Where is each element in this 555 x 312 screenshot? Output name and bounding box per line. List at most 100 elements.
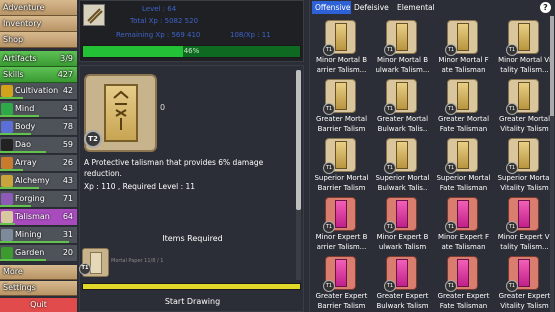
talisman-name: Greater Expert Bulwark Talism (372, 292, 433, 311)
skill-label: Talisman (15, 212, 50, 221)
nav-adventure[interactable]: Adventure (0, 0, 77, 16)
talisman-card-icon: T1 (445, 20, 478, 56)
talisman-name-line-2: Fate Talisman (439, 183, 488, 192)
tier-badge: T1 (506, 44, 518, 56)
talisman-name: Greater Mortal Fate Talisman (433, 115, 494, 134)
talisman-list-item[interactable]: T1 Greater Mortal Fate Talisman (433, 75, 494, 135)
talisman-name-line-2: ulwark Talism... (375, 65, 430, 74)
start-drawing-button[interactable]: Start Drawing (80, 292, 305, 312)
grid-scrollbar[interactable] (550, 16, 554, 312)
tab-elemental[interactable]: Elemental (394, 1, 438, 14)
talisman-name-line-1: Greater Mortal (376, 115, 429, 123)
tier-badge: T1 (384, 162, 396, 174)
tier-badge: T1 (323, 280, 335, 292)
dao-icon (1, 139, 13, 151)
talisman-card-icon: T1 (323, 138, 356, 174)
quit-button[interactable]: Quit (0, 298, 77, 312)
drawing-progress-bar (82, 283, 301, 290)
skill-item-mind[interactable]: Mind 43 (0, 101, 77, 118)
talisman-name-line-2: Vitality Talism (500, 183, 549, 192)
talisman-list-item[interactable]: T1 Greater Mortal Bulwark Talis.. (372, 75, 433, 135)
talisman-list-item[interactable]: T1 Minor Expert Fate Talisman (433, 193, 494, 253)
nav-inventory[interactable]: Inventory (0, 16, 77, 32)
talisman-list-item[interactable]: T1 Superior Mortal Bulwark Talis.. (372, 134, 433, 194)
talisman-card-icon: T1 (445, 138, 478, 174)
mind-icon (1, 103, 13, 115)
nav-skills[interactable]: Skills 427 (0, 67, 77, 83)
talisman-card-icon: T1 (506, 20, 539, 56)
detail-scrollbar[interactable] (296, 70, 301, 280)
help-button[interactable]: ? (540, 2, 551, 13)
talisman-list-item[interactable]: T1 Minor Mortal Bulwark Talism... (372, 16, 433, 76)
talisman-list-item[interactable]: T1 Greater Expert Fate Talisman (433, 252, 494, 312)
talisman-paper (396, 23, 408, 51)
talisman-paper (335, 82, 347, 110)
skill-item-dao[interactable]: Dao 59 (0, 137, 77, 154)
talisman-paper (518, 259, 530, 287)
skill-item-alchemy[interactable]: Alchemy 43 (0, 173, 77, 190)
talisman-name: Greater Mortal Barrier Talism (311, 115, 372, 134)
skill-value: 20 (62, 248, 73, 257)
skill-progress-bar (0, 205, 31, 207)
talisman-list-item[interactable]: T1 Minor Expert Vi tality Talism... (494, 193, 555, 253)
nav-more[interactable]: More (0, 265, 77, 280)
skill-progress-bar (0, 115, 39, 117)
talisman-name-line-1: Superior Mortal (497, 174, 552, 182)
tier-badge: T1 (445, 162, 457, 174)
skill-item-body[interactable]: Body 78 (0, 119, 77, 136)
skill-value: 42 (62, 86, 73, 95)
tab-offensive[interactable]: Offensive (312, 1, 354, 14)
talisman-list-item[interactable]: T1 Minor Expert Bulwark Talism (372, 193, 433, 253)
skill-item-array[interactable]: Array 26 (0, 155, 77, 172)
skills-value: 427 (57, 70, 73, 79)
items-required-title: Items Required (162, 234, 223, 243)
nav-shop[interactable]: Shop (0, 32, 77, 48)
grid-scrollbar-thumb[interactable] (550, 16, 554, 116)
talisman-list-item[interactable]: T1 Greater Expert Bulwark Talism (372, 252, 433, 312)
tier-badge: T1 (506, 221, 518, 233)
talisman-name: Greater Expert Fate Talisman (433, 292, 494, 311)
talisman-list-item[interactable]: T1 Superior Mortal Fate Talisman (433, 134, 494, 194)
talisman-name: Minor Expert Barrier Talism... (311, 233, 372, 252)
skill-item-mining[interactable]: Mining 31 (0, 227, 77, 244)
talisman-name: Minor Mortal Fate Talisman (433, 56, 494, 75)
tab-defeisive[interactable]: Defeisive (351, 1, 392, 14)
detail-scrollbar-thumb[interactable] (296, 70, 301, 210)
skill-value: 71 (62, 194, 73, 203)
skill-item-garden[interactable]: Garden 20 (0, 245, 77, 262)
skill-progress-bar (0, 169, 24, 171)
talisman-card-icon: T1 (384, 256, 417, 292)
tier-badge: T1 (384, 44, 396, 56)
talisman-list-item[interactable]: T1 Minor Expert Barrier Talism... (311, 193, 372, 253)
talisman-name: Minor Mortal Barrier Talism... (311, 56, 372, 75)
skill-item-cultivation[interactable]: Cultivation 42 (0, 83, 77, 100)
talisman-list-item[interactable]: T1 Minor Mortal Fate Talisman (433, 16, 494, 76)
talisman-name-line-2: Bulwark Talis.. (377, 183, 428, 192)
talisman-card-icon: T1 (445, 79, 478, 115)
tier-badge: T1 (445, 103, 457, 115)
talisman-list-item[interactable]: T1 Greater Mortal Barrier Talism (311, 75, 372, 135)
skill-item-talisman[interactable]: Talisman 64 (0, 209, 77, 226)
talisman-list-item[interactable]: T1 Greater Expert Vitality Talism (494, 252, 555, 312)
required-item-card[interactable]: T1 (79, 248, 109, 277)
talisman-card-icon: T1 (323, 79, 356, 115)
talisman-list-item[interactable]: T1 Minor Mortal Barrier Talism... (311, 16, 372, 76)
talisman-list-item[interactable]: T1 Superior Mortal Vitality Talism (494, 134, 555, 194)
talisman-list-item[interactable]: T1 Minor Mortal Vi tality Talism... (494, 16, 555, 76)
talisman-name: Superior Mortal Barrier Talism (311, 174, 372, 193)
alchemy-icon (1, 175, 13, 187)
paper-icon (90, 252, 102, 274)
remaining-xp-text: Remaining Xp : 569 410 (116, 31, 201, 39)
talisman-paper (457, 82, 469, 110)
talisman-name-line-1: Greater Mortal (498, 115, 551, 123)
talisman-name: Minor Expert Bulwark Talism (372, 233, 433, 252)
tier-badge: T1 (384, 103, 396, 115)
talisman-list-item[interactable]: T1 Greater Expert Barrier Talism (311, 252, 372, 312)
nav-artifacts[interactable]: Artifacts 3/9 (0, 51, 77, 67)
talisman-list-item[interactable]: T1 Greater Mortal Vitality Talism (494, 75, 555, 135)
talisman-list-item[interactable]: T1 Superior Mortal Barrier Talism (311, 134, 372, 194)
talisman-name-line-2: Vitality Talism (500, 301, 549, 310)
nav-settings[interactable]: Settings (0, 281, 77, 296)
talisman-card-icon: T1 (506, 138, 539, 174)
skill-item-forging[interactable]: Forging 71 (0, 191, 77, 208)
